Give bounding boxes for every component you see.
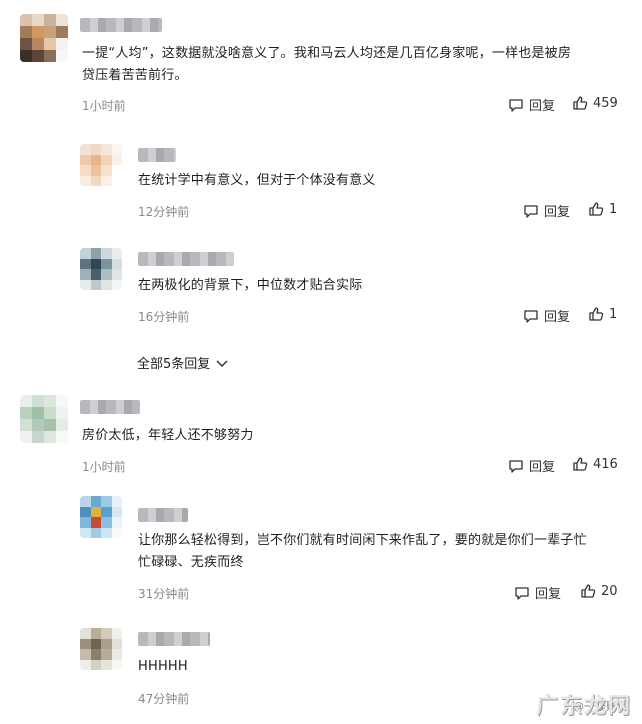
- reply-button[interactable]: 回复: [514, 583, 561, 602]
- comment-time: 1小时前: [82, 99, 126, 113]
- username[interactable]: [80, 18, 162, 32]
- thumbs-up-icon: [573, 96, 588, 110]
- avatar[interactable]: [20, 14, 68, 62]
- show-all-replies-label: 全部5条回复: [137, 357, 211, 372]
- reply-text: 在两极化的背景下，中位数才贴合实际: [138, 278, 363, 293]
- reply-time: 16分钟前: [138, 310, 190, 324]
- like-count: 1: [609, 306, 618, 322]
- reply-icon: [509, 98, 523, 112]
- chevron-down-icon: [216, 359, 228, 367]
- reply-icon: [515, 586, 529, 600]
- reply-text-line: 忙碌碌、无疾而终: [138, 555, 244, 570]
- comment-time: 1小时前: [82, 460, 126, 474]
- like-count: 416: [593, 456, 618, 472]
- reply-time: 31分钟前: [138, 587, 190, 601]
- reply-label: 回复: [535, 587, 562, 602]
- reply-time: 47分钟前: [138, 692, 190, 706]
- reply-label: 回复: [529, 99, 556, 114]
- comment-text: 房价太低，年轻人还不够努力: [82, 428, 254, 443]
- reply-button[interactable]: 回复: [508, 95, 555, 114]
- username[interactable]: [80, 400, 140, 414]
- username[interactable]: [138, 252, 234, 266]
- comment-text-line: 贷压着苦苦前行。: [82, 68, 188, 83]
- reply-button[interactable]: 回复: [508, 456, 555, 475]
- username[interactable]: [138, 148, 176, 162]
- avatar[interactable]: [20, 395, 68, 443]
- avatar[interactable]: [80, 144, 122, 186]
- reply-button[interactable]: 回复: [523, 201, 570, 220]
- like-count: 1: [609, 201, 618, 217]
- thumbs-up-icon: [573, 457, 588, 471]
- like-button[interactable]: 416: [572, 456, 618, 472]
- thumbs-up-icon: [589, 202, 604, 216]
- like-button[interactable]: 459: [572, 95, 618, 111]
- like-button[interactable]: 20: [580, 583, 618, 599]
- comment: 房价太低，年轻人还不够努力 1小时前 回复 416 让你那么轻松得到，岂不你们就…: [0, 380, 642, 724]
- reply-time: 12分钟前: [138, 205, 190, 219]
- avatar[interactable]: [80, 496, 122, 538]
- watermark-logo: 广东龙网: [535, 693, 632, 719]
- reply-icon: [524, 309, 538, 323]
- reply-label: 回复: [544, 205, 571, 220]
- reply-text-line: 让你那么轻松得到，岂不你们就有时间闲下来作乱了，要的就是你们一辈子忙: [138, 533, 587, 548]
- reply-label: 回复: [544, 310, 571, 325]
- avatar[interactable]: [80, 628, 122, 670]
- reply-button[interactable]: 回复: [523, 306, 570, 325]
- reply-icon: [509, 459, 523, 473]
- username[interactable]: [138, 508, 188, 522]
- thumbs-up-icon: [581, 584, 596, 598]
- show-all-replies-button[interactable]: 全部5条回复: [137, 353, 229, 372]
- reply-icon: [524, 204, 538, 218]
- like-count: 20: [601, 583, 618, 599]
- thumbs-up-icon: [589, 307, 604, 321]
- comment-text-line: 一提“人均”，这数据就没啥意义了。我和马云人均还是几百亿身家呢，一样也是被房: [82, 46, 572, 61]
- reply-label: 回复: [529, 460, 556, 475]
- reply-text: 在统计学中有意义，但对于个体没有意义: [138, 173, 376, 188]
- reply-text: HHHHH: [138, 659, 188, 674]
- like-button[interactable]: 1: [588, 201, 617, 217]
- avatar[interactable]: [80, 248, 122, 290]
- like-count: 459: [593, 95, 618, 111]
- like-button[interactable]: 1: [588, 306, 617, 322]
- username[interactable]: [138, 632, 210, 646]
- reply-text: 让你那么轻松得到，岂不你们就有时间闲下来作乱了，要的就是你们一辈子忙 忙碌碌、无…: [138, 530, 628, 574]
- comment: 一提“人均”，这数据就没啥意义了。我和马云人均还是几百亿身家呢，一样也是被房 贷…: [0, 0, 642, 380]
- comment-text: 一提“人均”，这数据就没啥意义了。我和马云人均还是几百亿身家呢，一样也是被房 贷…: [82, 43, 627, 87]
